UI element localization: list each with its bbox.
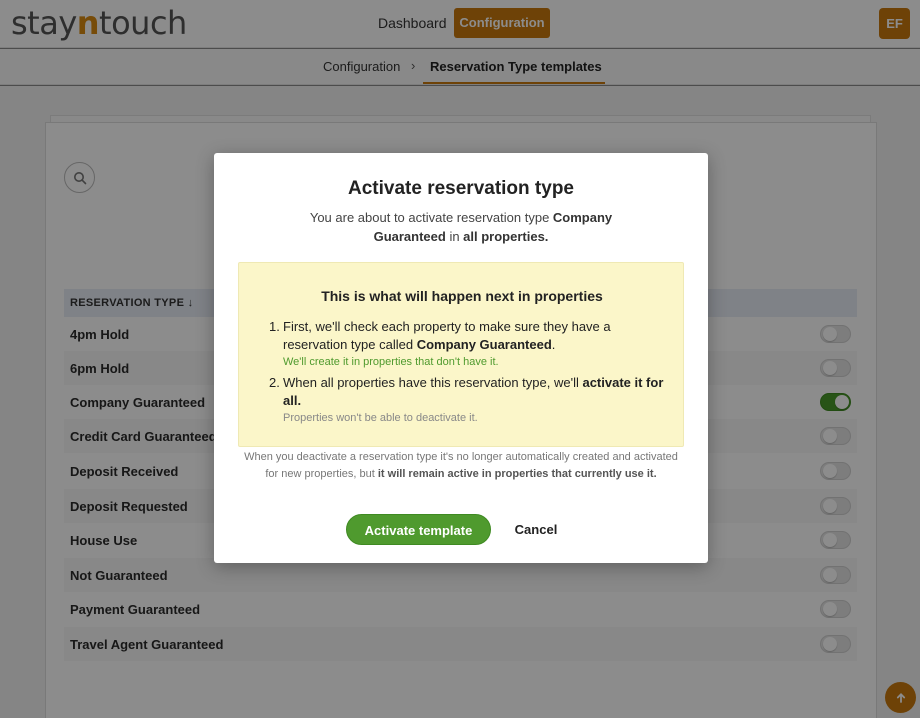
dialog-title: Activate reservation type: [348, 178, 574, 199]
desc-pre: You are about to activate reservation ty…: [309, 210, 553, 225]
desc-mid: in: [445, 229, 464, 244]
steps-list: 1. First, we'll check each property to m…: [269, 318, 669, 426]
step-1-bold: Company Guaranteed: [416, 337, 552, 352]
step-1-note: We'll create it in properties that don't…: [283, 356, 499, 368]
step-2-text: When all properties have this reservatio…: [283, 374, 669, 410]
dialog-description: You are about to activate reservation ty…: [294, 208, 628, 246]
next-steps-title: This is what will happen next in propert…: [321, 288, 603, 304]
step-1-end: .: [551, 337, 556, 352]
step-2-note: Properties won't be able to deactivate i…: [283, 412, 478, 424]
step-number: 2.: [269, 375, 280, 390]
step-1-text: First, we'll check each property to make…: [283, 318, 669, 354]
desc-scope: all properties.: [463, 229, 549, 244]
cancel-button[interactable]: Cancel: [506, 514, 566, 545]
step-1: 1. First, we'll check each property to m…: [269, 318, 669, 370]
step-2: 2. When all properties have this reserva…: [269, 374, 669, 426]
step-2-main: When all properties have this reservatio…: [283, 375, 583, 390]
step-number: 1.: [269, 319, 280, 334]
next-steps-panel: This is what will happen next in propert…: [238, 262, 684, 447]
activate-reservation-type-dialog: Activate reservation type You are about …: [214, 153, 708, 563]
footnote-bold: it will remain active in properties that…: [377, 468, 657, 480]
deactivation-footnote: When you deactivate a reservation type i…: [238, 449, 684, 483]
activate-template-button[interactable]: Activate template: [346, 514, 491, 545]
